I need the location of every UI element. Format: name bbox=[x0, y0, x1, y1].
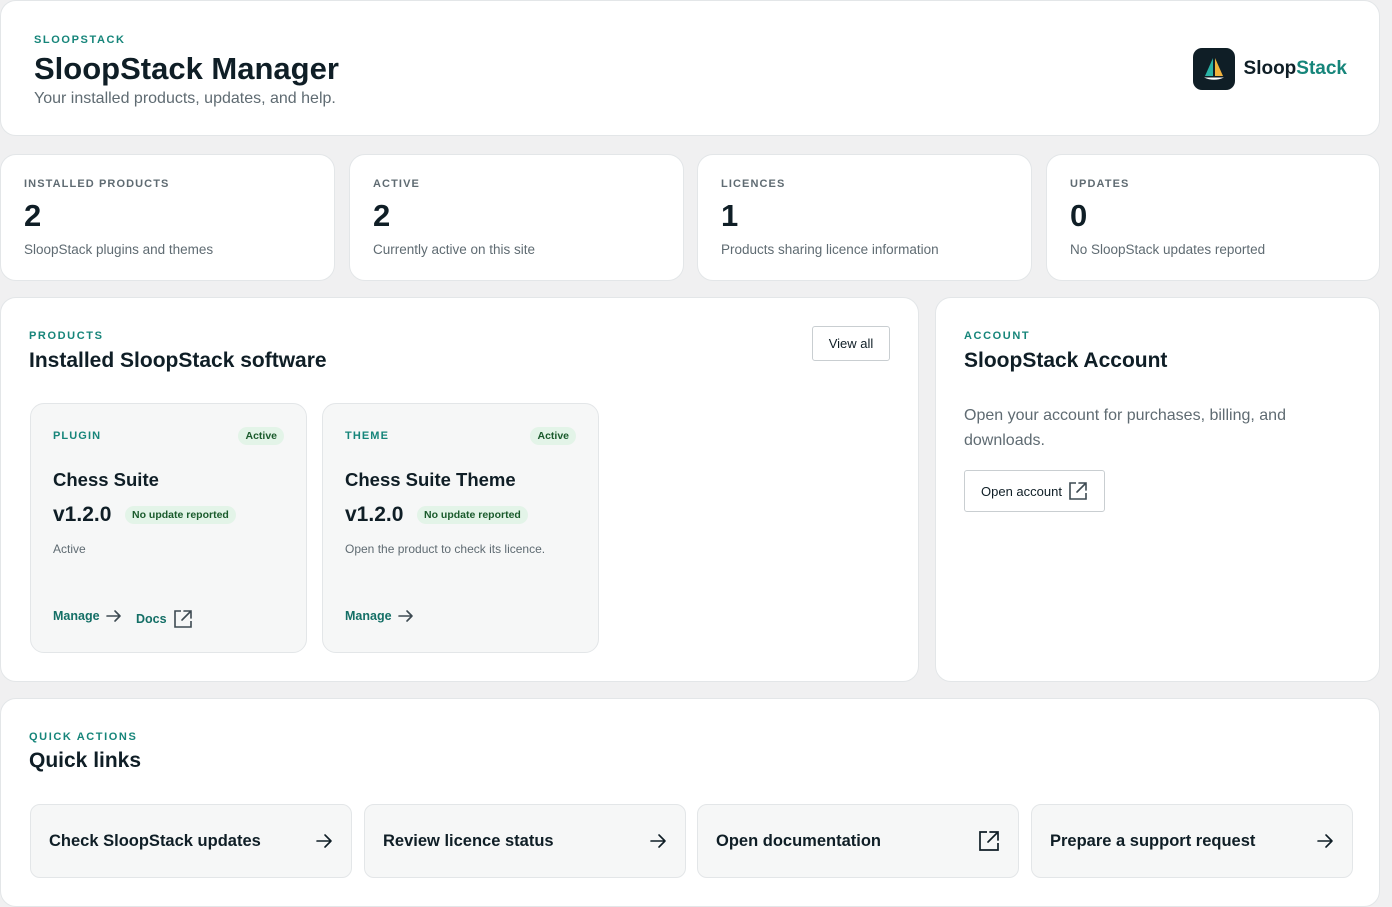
brand-name-accent: Stack bbox=[1296, 58, 1347, 79]
stat-label: INSTALLED PRODUCTS bbox=[24, 178, 170, 190]
product-version: v1.2.0 bbox=[345, 503, 404, 526]
manage-link-label: Manage bbox=[53, 609, 100, 623]
products-eyebrow: PRODUCTS bbox=[29, 330, 104, 342]
manage-link[interactable]: Manage bbox=[345, 609, 414, 623]
account-description: Open your account for purchases, billing… bbox=[964, 407, 1286, 449]
product-version: v1.2.0 bbox=[53, 503, 112, 526]
products-card: PRODUCTS Installed SloopStack software V… bbox=[0, 297, 919, 682]
open-account-button[interactable]: Open account bbox=[964, 470, 1105, 512]
external-link-icon bbox=[978, 830, 1000, 852]
account-title: SloopStack Account bbox=[964, 349, 1168, 372]
manage-link-label: Manage bbox=[345, 609, 392, 623]
view-all-button[interactable]: View all bbox=[812, 326, 890, 361]
external-link-icon bbox=[1068, 481, 1088, 501]
stat-description: No SloopStack updates reported bbox=[1070, 242, 1266, 257]
arrow-right-icon bbox=[649, 833, 667, 849]
brand: SloopStack bbox=[1192, 48, 1347, 90]
stat-installed-products: INSTALLED PRODUCTS 2 SloopStack plugins … bbox=[0, 154, 335, 281]
product-note: Open the product to check its licence. bbox=[345, 542, 546, 556]
stat-description: Currently active on this site bbox=[373, 242, 536, 257]
open-account-label: Open account bbox=[981, 483, 1062, 499]
account-eyebrow: ACCOUNT bbox=[964, 330, 1031, 342]
page-title: SloopStack Manager bbox=[34, 51, 339, 86]
quick-link-label: Open documentation bbox=[716, 831, 881, 850]
stat-value: 2 bbox=[24, 198, 42, 233]
stat-value: 0 bbox=[1070, 198, 1088, 233]
stat-value: 2 bbox=[373, 198, 391, 233]
quick-link-review-licence[interactable]: Review licence status bbox=[364, 804, 686, 878]
update-status-badge: No update reported bbox=[125, 506, 236, 524]
docs-link[interactable]: Docs bbox=[136, 609, 193, 629]
status-badge: Active bbox=[530, 427, 576, 445]
brand-wordmark: SloopStack bbox=[1244, 58, 1347, 80]
stat-label: UPDATES bbox=[1070, 178, 1130, 190]
quick-link-open-documentation[interactable]: Open documentation bbox=[697, 804, 1019, 878]
docs-link-label: Docs bbox=[136, 612, 167, 626]
product-card-chess-suite: PLUGIN Active Chess Suite v1.2.0 No upda… bbox=[30, 403, 307, 653]
stat-description: SloopStack plugins and themes bbox=[24, 242, 214, 257]
quick-link-label: Prepare a support request bbox=[1050, 831, 1256, 850]
brand-name-primary: Sloop bbox=[1243, 58, 1297, 79]
arrow-right-icon bbox=[105, 609, 122, 623]
quick-links-card: QUICK ACTIONS Quick links Check SloopSta… bbox=[0, 698, 1380, 907]
update-status-badge: No update reported bbox=[417, 506, 528, 524]
quick-link-support-request[interactable]: Prepare a support request bbox=[1031, 804, 1353, 878]
product-name: Chess Suite Theme bbox=[345, 469, 516, 490]
product-type: THEME bbox=[345, 430, 389, 442]
stat-value: 1 bbox=[721, 198, 739, 233]
stat-active: ACTIVE 2 Currently active on this site bbox=[349, 154, 684, 281]
page-subtitle: Your installed products, updates, and he… bbox=[34, 90, 336, 107]
status-badge: Active bbox=[238, 427, 284, 445]
product-type: PLUGIN bbox=[53, 430, 102, 442]
product-note: Active bbox=[53, 542, 86, 556]
products-title: Installed SloopStack software bbox=[29, 349, 327, 372]
stat-label: ACTIVE bbox=[373, 178, 420, 190]
stat-licences: LICENCES 1 Products sharing licence info… bbox=[697, 154, 1032, 281]
sailboat-icon bbox=[1192, 48, 1235, 90]
arrow-right-icon bbox=[1316, 833, 1334, 849]
product-name: Chess Suite bbox=[53, 469, 159, 490]
account-card: ACCOUNT SloopStack Account Open your acc… bbox=[935, 297, 1380, 682]
stat-updates: UPDATES 0 No SloopStack updates reported bbox=[1046, 154, 1380, 281]
manage-link[interactable]: Manage bbox=[53, 609, 122, 623]
quick-link-label: Check SloopStack updates bbox=[49, 831, 261, 850]
header-card: SLOOPSTACK SloopStack Manager Your insta… bbox=[0, 0, 1380, 136]
stat-description: Products sharing licence information bbox=[721, 242, 939, 257]
arrow-right-icon bbox=[397, 609, 414, 623]
arrow-right-icon bbox=[315, 833, 333, 849]
stat-label: LICENCES bbox=[721, 178, 786, 190]
quick-link-label: Review licence status bbox=[383, 831, 554, 850]
quick-link-check-updates[interactable]: Check SloopStack updates bbox=[30, 804, 352, 878]
quick-links-eyebrow: QUICK ACTIONS bbox=[29, 731, 138, 743]
external-link-icon bbox=[173, 609, 193, 629]
product-card-chess-suite-theme: THEME Active Chess Suite Theme v1.2.0 No… bbox=[322, 403, 599, 653]
quick-links-title: Quick links bbox=[29, 749, 142, 772]
header-eyebrow: SLOOPSTACK bbox=[34, 34, 126, 46]
